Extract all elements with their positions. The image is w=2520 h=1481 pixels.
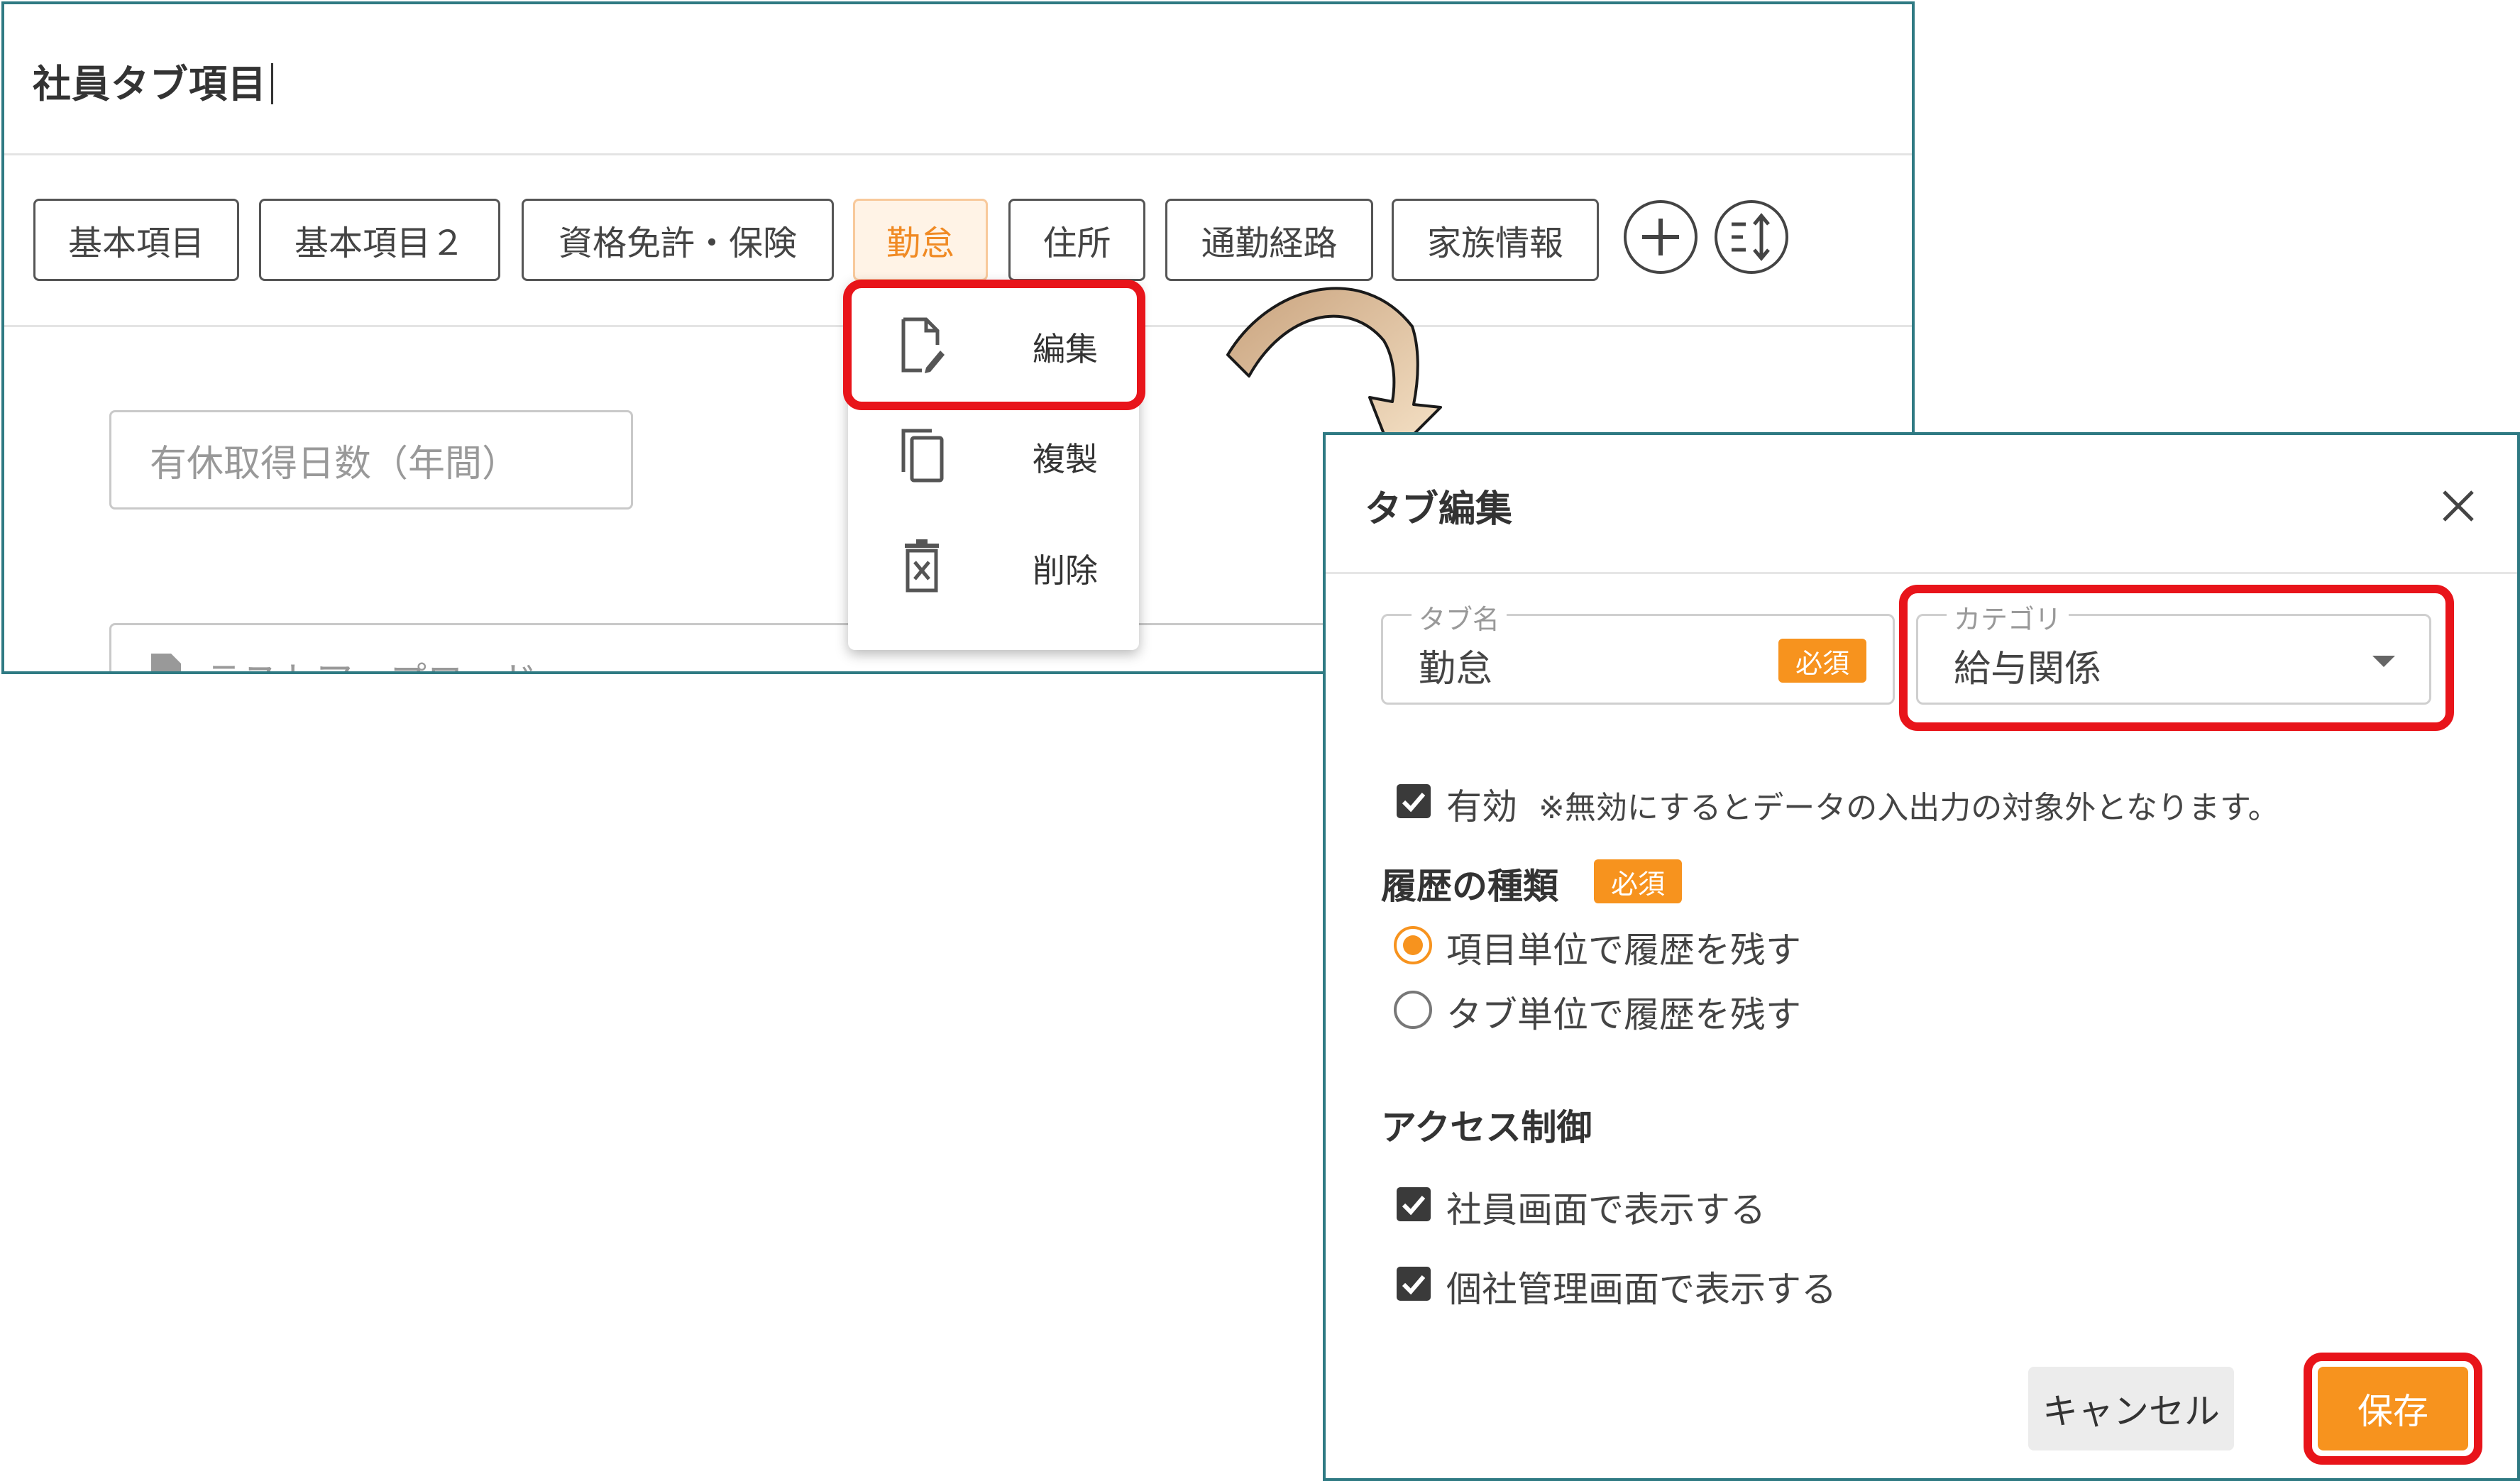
show-company-admin-checkbox[interactable] xyxy=(1397,1267,1431,1301)
tab-family[interactable]: 家族情報 xyxy=(1392,199,1599,281)
history-section-title: 履歴の種類 xyxy=(1381,866,1558,907)
tab-commute[interactable]: 通勤経路 xyxy=(1165,199,1373,281)
plus-circle-icon[interactable] xyxy=(1624,200,1698,274)
tab-name-value: 勤怠 xyxy=(1419,648,1493,690)
tab-address[interactable]: 住所 xyxy=(1008,199,1145,281)
menu-label: 削除 xyxy=(1033,551,1098,590)
header-divider xyxy=(4,153,1912,155)
checkbox-label: 個社管理画面で表示する xyxy=(1446,1269,1837,1310)
tab-basic-2[interactable]: 基本項目２ xyxy=(259,199,500,281)
chevron-down-icon xyxy=(2372,656,2395,667)
checkbox-label: 社員画面で表示する xyxy=(1446,1189,1766,1231)
tab-edit-dialog: タブ編集 タブ名 勤怠 必須 カテゴリ 給与関係 有効 ※無効にするとデータの入… xyxy=(1323,432,2520,1481)
edit-file-icon xyxy=(901,317,945,373)
menu-item-delete[interactable]: 削除 xyxy=(848,510,1139,616)
dialog-divider xyxy=(1326,572,2517,574)
paid-leave-days-field[interactable]: 有休取得日数（年間） xyxy=(109,410,633,510)
tab-attendance[interactable]: 勤怠 xyxy=(853,199,988,281)
check-icon xyxy=(1402,793,1426,813)
close-icon[interactable] xyxy=(2440,488,2477,524)
save-button[interactable]: 保存 xyxy=(2318,1367,2468,1450)
tab-name-field[interactable]: タブ名 勤怠 必須 xyxy=(1381,598,1895,705)
tab-license-insurance[interactable]: 資格免許・保険 xyxy=(522,199,834,281)
text-caret xyxy=(271,63,273,104)
radio-history-item[interactable] xyxy=(1394,926,1432,964)
menu-item-edit[interactable]: 編集 xyxy=(848,288,1139,395)
enabled-checkbox[interactable] xyxy=(1397,784,1431,818)
sort-order-icon[interactable] xyxy=(1715,200,1788,274)
enabled-label: 有効 xyxy=(1446,786,1517,827)
radio-label: 項目単位で履歴を残す xyxy=(1446,930,1801,971)
page-title: 社員タブ項目 xyxy=(33,53,273,109)
field-label: タブ名 xyxy=(1412,598,1507,637)
required-badge: 必須 xyxy=(1778,639,1866,683)
check-icon xyxy=(1402,1275,1426,1295)
category-select[interactable]: カテゴリ 給与関係 xyxy=(1916,598,2431,705)
category-value: 給与関係 xyxy=(1954,648,2102,690)
copy-icon xyxy=(901,429,944,483)
field-label: 有休取得日数（年間） xyxy=(150,442,519,485)
tab-context-menu: 編集 複製 削除 xyxy=(848,281,1139,650)
radio-history-tab[interactable] xyxy=(1394,991,1432,1029)
check-icon xyxy=(1402,1196,1426,1216)
tab-basic[interactable]: 基本項目 xyxy=(33,199,239,281)
trash-icon xyxy=(905,539,939,593)
required-badge: 必須 xyxy=(1594,859,1682,903)
menu-label: 複製 xyxy=(1033,440,1098,478)
show-employee-screen-checkbox[interactable] xyxy=(1397,1187,1431,1221)
menu-label: 編集 xyxy=(1033,330,1098,368)
cancel-button[interactable]: キャンセル xyxy=(2028,1367,2234,1450)
access-section-title: アクセス制御 xyxy=(1381,1107,1592,1148)
radio-label: タブ単位で履歴を残す xyxy=(1446,994,1801,1035)
field-label: テストアップロード xyxy=(205,651,537,671)
file-icon xyxy=(151,654,181,671)
field-label: カテゴリ xyxy=(1947,598,2069,637)
menu-item-duplicate[interactable]: 複製 xyxy=(848,398,1139,505)
enabled-note: ※無効にするとデータの入出力の対象外となります。 xyxy=(1539,790,2279,826)
dialog-title: タブ編集 xyxy=(1365,488,1513,531)
